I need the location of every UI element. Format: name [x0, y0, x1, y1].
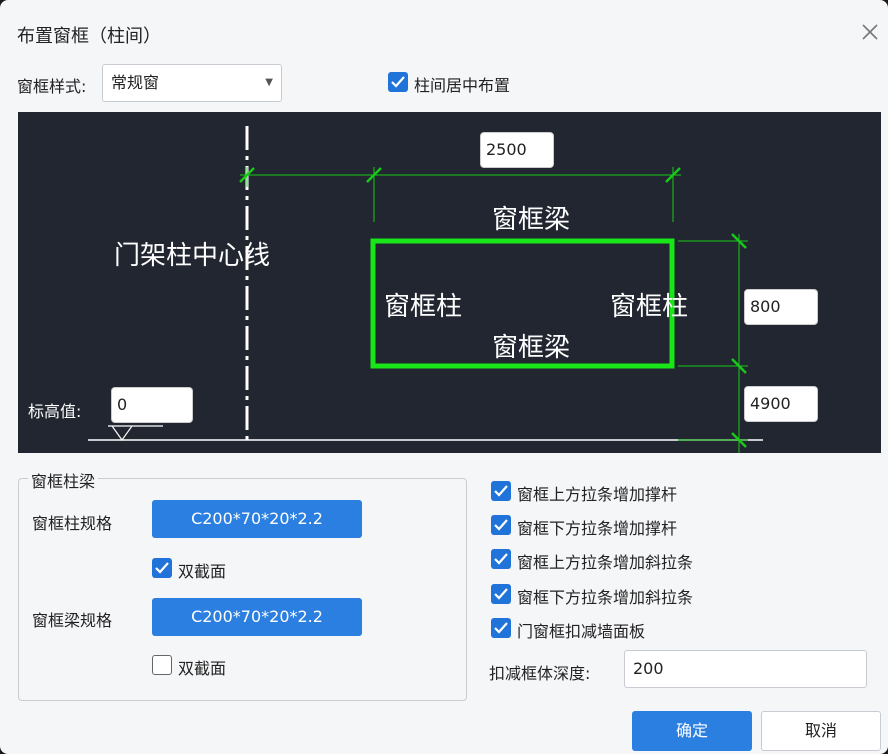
depth-input[interactable]: 200 — [624, 650, 867, 688]
ok-button[interactable]: 确定 — [632, 711, 752, 751]
cancel-button[interactable]: 取消 — [761, 711, 881, 751]
beam-bottom-label: 窗框梁 — [492, 333, 570, 363]
elevation-marker-icon — [111, 425, 133, 442]
check-icon — [494, 588, 508, 600]
option-checkbox-1[interactable] — [491, 515, 511, 535]
style-label: 窗框样式: — [17, 77, 87, 96]
center-line-label: 门架柱中心线 — [114, 241, 270, 271]
chevron-down-icon: ▼ — [265, 77, 273, 88]
check-icon — [155, 562, 169, 574]
column-double-checkbox[interactable] — [152, 558, 172, 578]
option-label-1: 窗框下方拉条增加撑杆 — [517, 519, 678, 538]
column-left-label: 窗框柱 — [384, 292, 462, 322]
option-label-3: 窗框下方拉条增加斜拉条 — [517, 588, 694, 607]
option-checkbox-4[interactable] — [491, 618, 511, 638]
style-select[interactable]: 常规窗 ▼ — [102, 64, 282, 102]
depth-label: 扣减框体深度: — [489, 664, 591, 683]
check-icon — [494, 519, 508, 531]
column-double-label: 双截面 — [178, 562, 227, 581]
check-icon — [494, 485, 508, 497]
elevation-label: 标高值: — [28, 402, 81, 421]
preview-canvas: 门架柱中心线 窗框梁 窗框梁 窗框柱 窗框柱 标高值: 2500 800 490… — [18, 112, 881, 453]
beam-top-label: 窗框梁 — [492, 205, 570, 235]
beam-double-label: 双截面 — [178, 659, 227, 678]
option-label-2: 窗框上方拉条增加斜拉条 — [517, 553, 694, 572]
close-icon[interactable] — [858, 20, 882, 44]
beam-double-checkbox[interactable] — [152, 655, 172, 675]
group-title: 窗框柱梁 — [28, 468, 99, 492]
center-option-label: 柱间居中布置 — [414, 76, 511, 95]
option-checkbox-3[interactable] — [491, 584, 511, 604]
dialog-title: 布置窗框（柱间） — [17, 26, 161, 47]
column-spec-button[interactable]: C200*70*20*2.2 — [152, 500, 362, 538]
column-spec-label: 窗框柱规格 — [32, 514, 113, 533]
elevation-input[interactable]: 0 — [111, 387, 193, 423]
column-right-label: 窗框柱 — [610, 292, 688, 322]
offset-input[interactable]: 4900 — [744, 386, 818, 422]
center-option-checkbox[interactable] — [388, 72, 408, 92]
width-input[interactable]: 2500 — [480, 132, 554, 168]
check-icon — [494, 622, 508, 634]
height-input[interactable]: 800 — [744, 289, 818, 325]
option-checkbox-2[interactable] — [491, 549, 511, 569]
option-checkbox-0[interactable] — [491, 481, 511, 501]
option-label-4: 门窗框扣减墙面板 — [517, 622, 646, 641]
beam-spec-button[interactable]: C200*70*20*2.2 — [152, 598, 362, 636]
dialog-window: 布置窗框（柱间） 窗框样式: 常规窗 ▼ 柱间居中布置 门架柱中心线 窗框梁 窗… — [0, 0, 888, 754]
style-select-value: 常规窗 — [111, 73, 160, 92]
beam-spec-label: 窗框梁规格 — [32, 611, 113, 630]
check-icon — [494, 553, 508, 565]
check-icon — [391, 76, 405, 88]
option-label-0: 窗框上方拉条增加撑杆 — [517, 485, 678, 504]
